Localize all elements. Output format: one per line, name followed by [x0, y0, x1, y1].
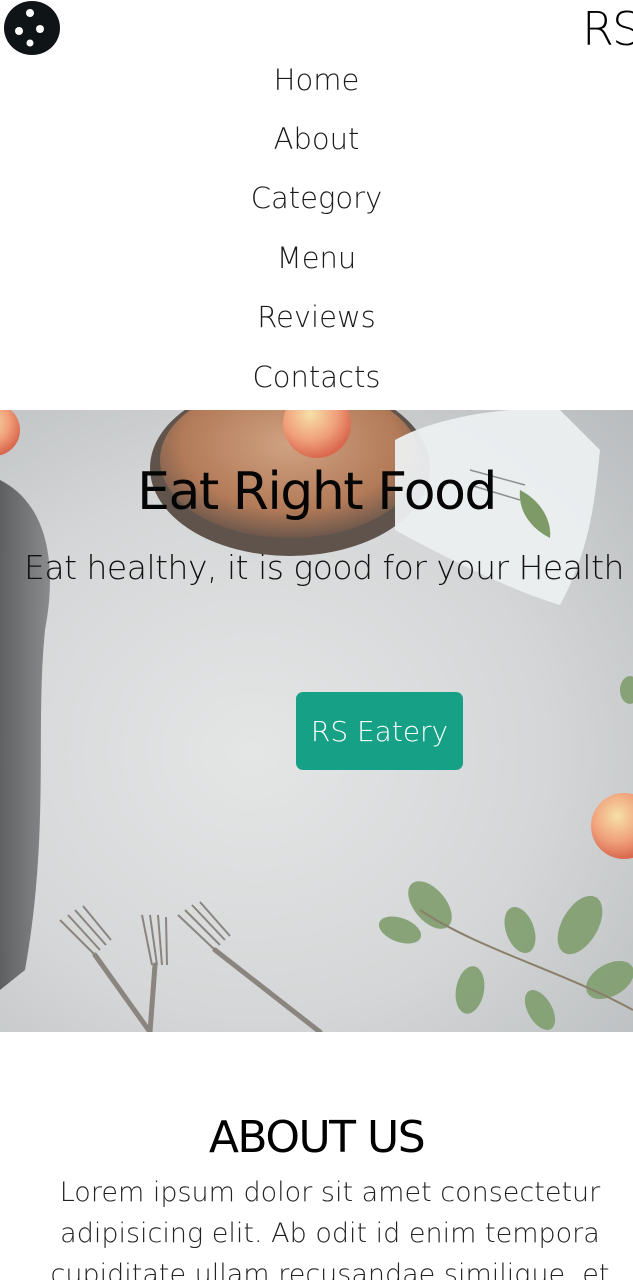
nav-item-home: Home	[0, 50, 633, 109]
nav-item-contacts: Contacts	[0, 347, 633, 406]
brand-name[interactable]: RS	[582, 2, 633, 56]
nav-link-menu[interactable]: Menu	[277, 241, 357, 275]
nav-link-category[interactable]: Category	[251, 181, 382, 215]
nav-item-reviews: Reviews	[0, 288, 633, 347]
nav-item-about: About	[0, 109, 633, 168]
rs-eatery-button[interactable]: RS Eatery	[296, 692, 463, 770]
about-title: ABOUT US	[208, 1112, 426, 1163]
nav-link-about[interactable]: About	[274, 122, 360, 156]
nav-item-category: Category	[0, 169, 633, 228]
nav-link-home[interactable]: Home	[274, 63, 360, 97]
nav-item-menu: Menu	[0, 228, 633, 287]
about-text: Lorem ipsum dolor sit amet consectetur a…	[50, 1177, 610, 1280]
main-nav: Home About Category Menu Reviews Contact…	[0, 50, 633, 406]
nav-link-contacts[interactable]: Contacts	[253, 360, 381, 394]
hero-title: Eat Right Food	[137, 462, 497, 522]
nav-link-reviews[interactable]: Reviews	[257, 300, 376, 334]
hero-subtitle: Eat healthy, it is good for your Health	[24, 548, 624, 587]
cookie-logo-icon[interactable]	[2, 0, 60, 56]
